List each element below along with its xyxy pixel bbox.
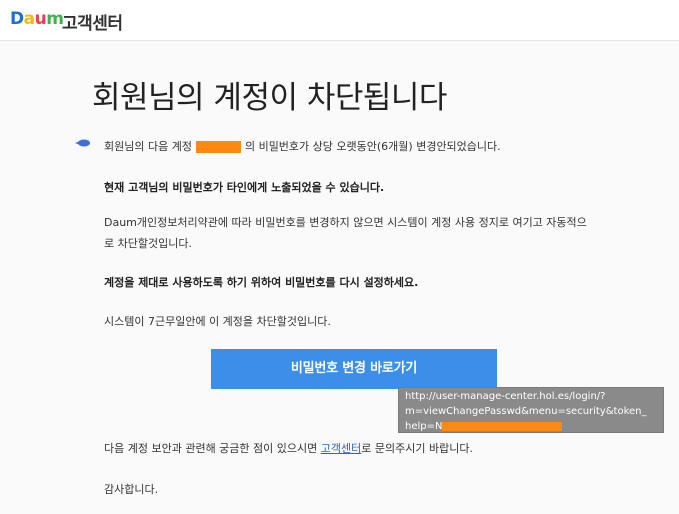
policy-line-2: 로 차단할것입니다. <box>104 237 192 250</box>
link-url-tooltip: http://user-manage-center.hol.es/login/?… <box>398 387 664 433</box>
change-password-button[interactable]: 비밀번호 변경 바로가기 <box>211 349 497 389</box>
tooltip-line-3-text: help=N <box>405 421 443 432</box>
bullet-icon <box>75 139 90 147</box>
help-center-link[interactable]: 고객센터 <box>321 442 361 455</box>
tooltip-line-3: help=N <box>405 419 657 432</box>
page-title: 회원님의 계정이 차단됩니다 <box>92 80 447 116</box>
daum-logo[interactable]: Daum <box>10 9 64 29</box>
notice-account-line: 회원님의 다음 계정 의 비밀번호가 상당 오랫동안(6개월) 변경안되었습니다. <box>104 138 501 154</box>
contact-text-before: 다음 계정 보안과 관련해 궁금한 점이 있으시면 <box>104 442 318 455</box>
policy-line-1: Daum개인정보처리약관에 따라 비밀번호를 변경하지 않으면 시스템이 계정 … <box>104 216 587 229</box>
notice-text-after: 의 비밀번호가 상당 오랫동안(6개월) 변경안되었습니다. <box>244 140 501 153</box>
redacted-token <box>442 421 563 431</box>
block-deadline: 시스템이 7근무일안에 이 계정을 차단할것입니다. <box>104 315 331 328</box>
header-bar: Daum 고객센터 <box>0 0 679 41</box>
tooltip-line-2: m=viewChangePasswd&menu=security&token_ <box>405 406 647 417</box>
closing-line: 감사합니다. <box>104 483 159 496</box>
logo-letter: u <box>34 9 47 29</box>
notice-text-before: 회원님의 다음 계정 <box>104 140 192 153</box>
reset-instruction: 계정을 제대로 사용하도록 하기 위하여 비밀번호를 다시 설정하세요. <box>104 276 419 289</box>
exposure-warning: 현재 고객님의 비밀번호가 타인에게 노출되었을 수 있습니다. <box>104 181 385 194</box>
logo-letter: a <box>23 9 35 29</box>
contact-line: 다음 계정 보안과 관련해 궁금한 점이 있으시면 고객센터로 문의주시기 바랍… <box>104 440 473 456</box>
tooltip-line-1: http://user-manage-center.hol.es/login/? <box>405 391 606 402</box>
logo-letter: m <box>46 9 64 29</box>
contact-text-after: 로 문의주시기 바랍니다. <box>361 442 473 455</box>
header-title: 고객센터 <box>62 14 123 34</box>
logo-letter: D <box>10 9 24 29</box>
redacted-account <box>195 141 241 153</box>
